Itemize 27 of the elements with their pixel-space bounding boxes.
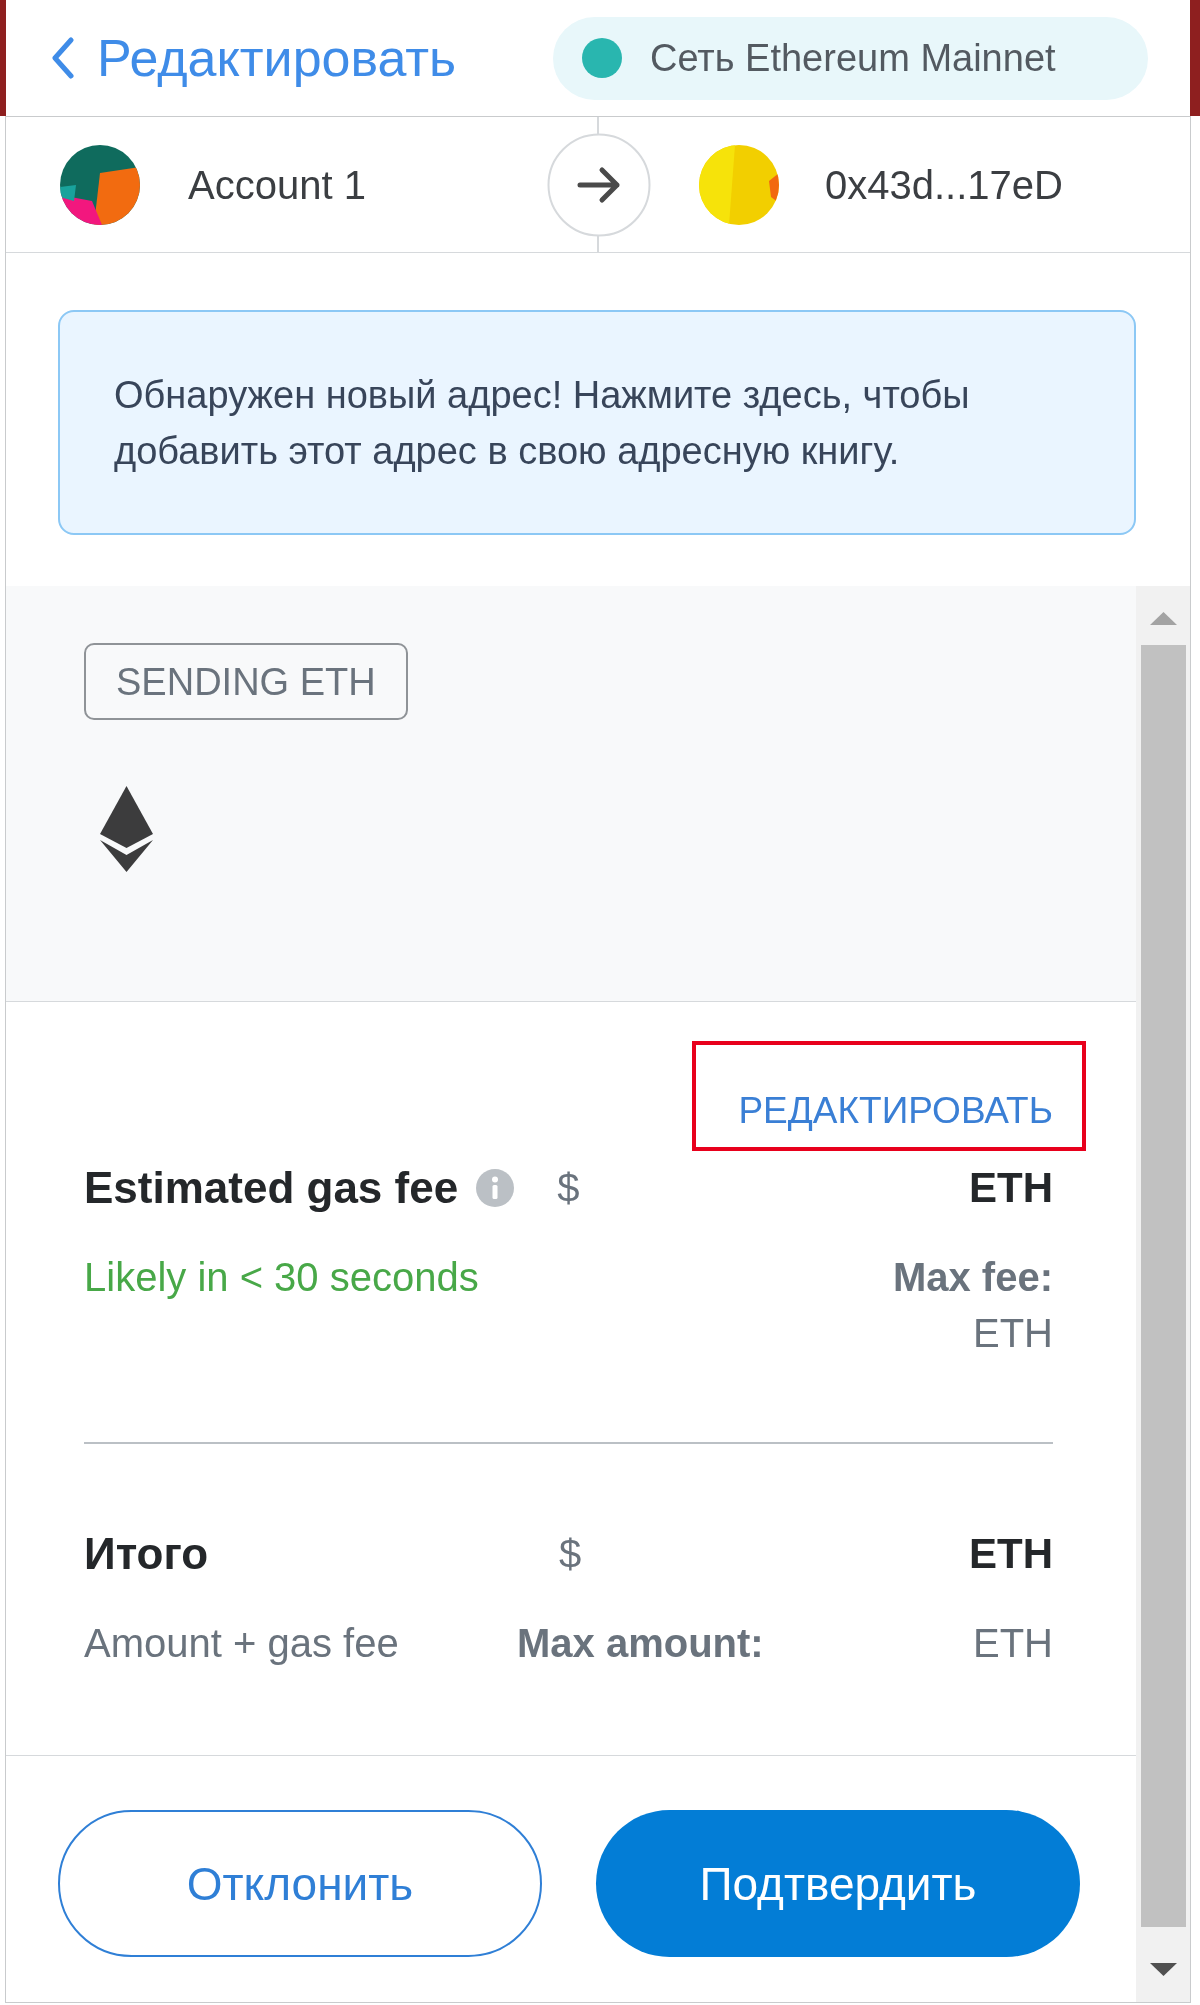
total-sublabel: Amount + gas fee	[84, 1623, 399, 1663]
max-fee-label: Max fee:	[892, 1254, 1053, 1301]
edit-link[interactable]: РЕДАКТИРОВАТЬ	[738, 1092, 1053, 1129]
gas-fee-eth: ETH	[969, 1167, 1053, 1209]
scroll-up-arrow-icon[interactable]	[1149, 612, 1177, 625]
total-fiat: $	[559, 1534, 582, 1574]
notice-banner[interactable]: Обнаружен новый адрес! Нажмите здесь, чтобы добавить этот адрес в свою адресную книгу.	[58, 310, 1136, 535]
action-badge: SENDING ETH	[84, 643, 408, 720]
max-amount-eth: ETH	[973, 1623, 1053, 1663]
reject-button[interactable]: Отклонить	[58, 1810, 542, 1957]
status-dot-icon	[582, 38, 622, 78]
total-eth: ETH	[969, 1533, 1053, 1575]
info-icon[interactable]	[476, 1169, 515, 1207]
account-name: Account 1	[188, 164, 366, 205]
max-fee-eth: ETH	[973, 1310, 1053, 1357]
total-label: Итого	[84, 1532, 209, 1576]
gas-timing: Likely in < 30 seconds	[84, 1254, 479, 1301]
recipient-address: 0x43d...17eD	[825, 164, 1063, 205]
scroll-down-arrow-icon[interactable]	[1149, 1963, 1177, 1976]
gas-fee-label: Estimated gas fee	[84, 1166, 459, 1210]
diamond-icon	[100, 786, 153, 872]
network-pill[interactable]: Сеть Ethereum Mainnet	[553, 16, 1148, 100]
scrollbar-thumb[interactable]	[1140, 645, 1186, 1927]
chevron-left-icon	[51, 37, 75, 79]
max-amount-label: Max amount:	[517, 1623, 764, 1663]
gas-fee-fiat: $	[557, 1168, 580, 1208]
confirm-button[interactable]: Подтвердить	[596, 1810, 1080, 1957]
